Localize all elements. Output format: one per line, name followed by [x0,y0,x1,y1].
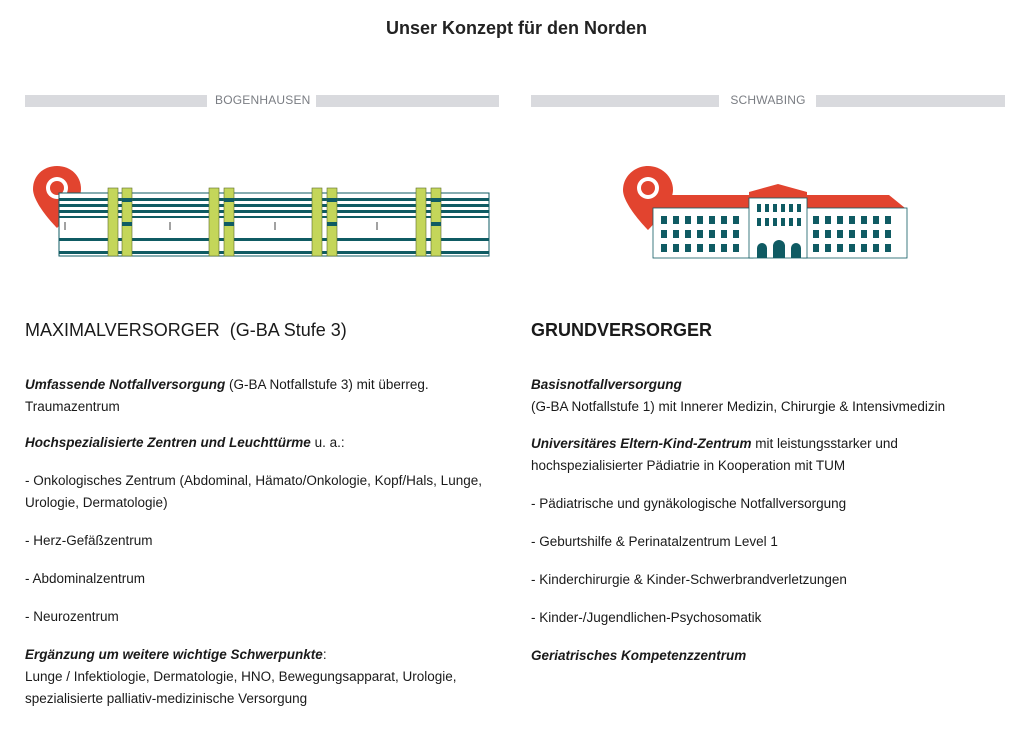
bogenhausen-column: BOGENHAUSEN MAXIMALVERSORGER (G-BA Stufe… [25,93,499,706]
divider-bar-left [25,95,207,107]
item-emphasis: Hochspezialisierte Zentren und Leuchttür… [25,435,311,450]
section-heading: GRUNDVERSORGER [531,320,712,341]
item-text: - Neurozentrum [25,609,119,624]
item-text: - Geburtshilfe & Perinatalzentrum Level … [531,534,778,549]
item-emphasis: Universitäres Eltern-Kind-Zentrum [531,436,752,451]
list-item: Geriatrisches Kompetenzzentrum [531,645,1005,667]
item-text: u. a.: [310,435,345,450]
divider-bar-right [316,95,499,107]
feature-list: Basisnotfallversorgung (G-BA Notfallstuf… [531,374,1005,683]
item-text: (G-BA Notfallstufe 1) mit Innerer Medizi… [531,399,946,414]
item-text: - Onkologisches Zentrum (Abdominal, Häma… [25,473,482,510]
item-emphasis: Basisnotfallversorgung [531,377,682,392]
modern-hospital-building-icon [33,166,490,257]
list-item: Basisnotfallversorgung (G-BA Notfallstuf… [531,374,1005,418]
item-text: - Kinderchirurgie & Kinder-Schwerbrandve… [531,572,847,587]
item-text: - Pädiatrische und gynäkologische Notfal… [531,496,847,511]
list-item: Umfassende Notfallversorgung (G-BA Notfa… [25,374,499,418]
list-item: - Herz-Gefäßzentrum [25,530,499,552]
item-text: - Kinder-/Jugendlichen-Psychosomatik [531,610,762,625]
item-text: - Herz-Gefäßzentrum [25,533,153,548]
item-text: - Abdominalzentrum [25,571,146,586]
list-item: Hochspezialisierte Zentren und Leuchttür… [25,432,499,454]
list-item: - Pädiatrische und gynäkologische Notfal… [531,493,1005,515]
divider-bar-left [531,95,719,107]
location-label: BOGENHAUSEN [215,93,311,107]
historic-hospital-building-icon [623,166,908,259]
list-item: - Onkologisches Zentrum (Abdominal, Häma… [25,470,499,514]
location-label: SCHWABING [730,93,806,107]
list-item: - Kinder-/Jugendlichen-Psychosomatik [531,607,1005,629]
heading-main: GRUNDVERSORGER [531,320,713,340]
feature-list: Umfassende Notfallversorgung (G-BA Notfa… [25,374,499,726]
section-divider: BOGENHAUSEN [25,93,499,108]
heading-sub: (G-BA Stufe 3) [229,320,347,340]
schwabing-column: SCHWABING GRUNDVERSORGER Basisnotfallver… [531,93,1005,663]
page-title: Unser Konzept für den Norden [385,18,647,38]
heading-main: MAXIMALVERSORGER [25,320,220,340]
list-item: Ergänzung um weitere wichtige Schwerpunk… [25,644,499,710]
divider-bar-right [816,95,1005,107]
section-divider: SCHWABING [531,93,1005,108]
section-heading: MAXIMALVERSORGER (G-BA Stufe 3) [25,320,347,341]
item-emphasis: Ergänzung um weitere wichtige Schwerpunk… [25,647,323,662]
list-item: - Neurozentrum [25,606,499,628]
list-item: - Abdominalzentrum [25,568,499,590]
list-item: - Geburtshilfe & Perinatalzentrum Level … [531,531,1005,553]
item-emphasis: Umfassende Notfallversorgung [25,377,226,392]
item-emphasis: Geriatrisches Kompetenzzentrum [531,648,747,663]
list-item: - Kinderchirurgie & Kinder-Schwerbrandve… [531,569,1005,591]
list-item: Universitäres Eltern-Kind-Zentrum mit le… [531,433,1005,477]
